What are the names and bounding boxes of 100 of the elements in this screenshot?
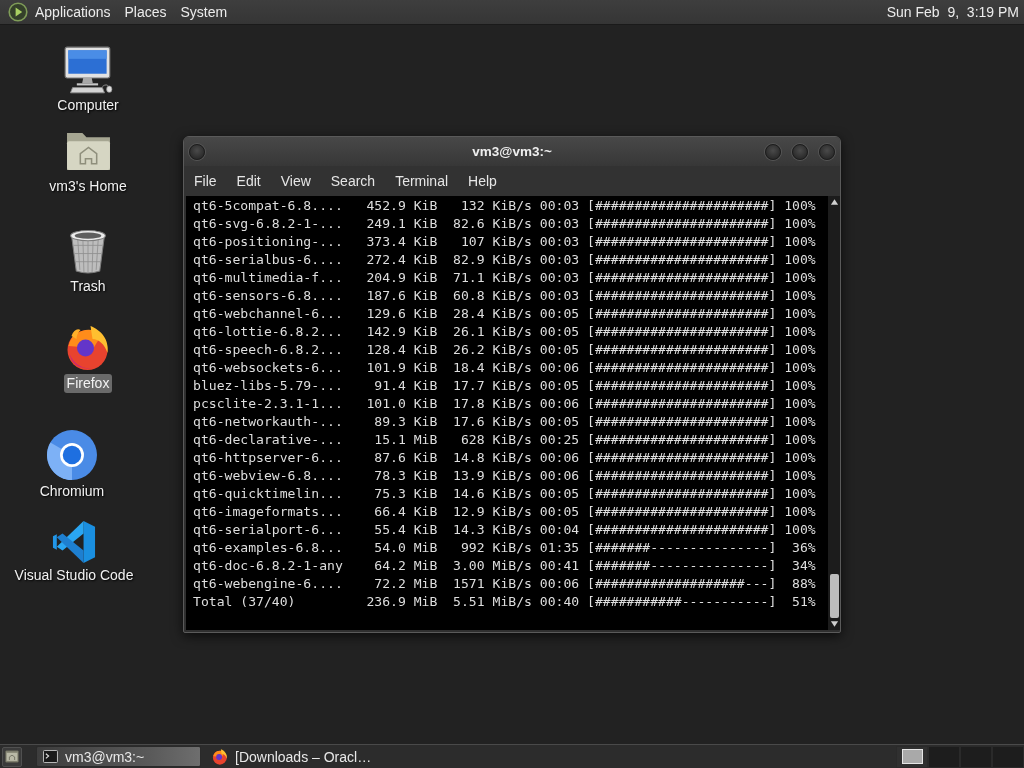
hash-marks-text: [######################]	[587, 521, 777, 539]
transfer-rate: 3.00 MiB/s	[453, 557, 532, 575]
hash-marks-text: [######################]	[587, 305, 777, 323]
time-remaining: 00:05	[539, 413, 580, 431]
percent-text: 100%	[784, 485, 816, 503]
transfer-rate: 17.7 KiB/s	[453, 377, 532, 395]
chromium-logo-icon[interactable]	[47, 430, 97, 480]
menu-item[interactable]: Help	[458, 170, 507, 192]
time-remaining: 00:03	[539, 287, 580, 305]
download-size: 89.3 KiB	[374, 413, 438, 431]
download-size: 272.4 KiB	[366, 251, 438, 269]
hash-marks-text: [######################]	[587, 431, 777, 449]
time-remaining: 00:03	[539, 233, 580, 251]
transfer-rate: 28.4 KiB/s	[453, 305, 532, 323]
percent-text: 100%	[784, 269, 816, 287]
hash-marks-text: [######################]	[587, 233, 777, 251]
time-remaining: 00:06	[539, 575, 580, 593]
hash-marks-text: [######################]	[587, 395, 777, 413]
download-size: 54.0 MiB	[374, 539, 438, 557]
desktop-icon-label[interactable]: Firefox	[63, 374, 113, 393]
download-size: 87.6 KiB	[374, 449, 438, 467]
time-remaining: 00:03	[539, 251, 580, 269]
firefox-logo-icon	[212, 748, 228, 765]
panel-menu[interactable]: Applications	[28, 1, 118, 23]
package-name: qt6-networkauth-...	[193, 413, 343, 431]
panel-menu[interactable]: System	[173, 1, 235, 23]
hash-marks-text: [######################]	[587, 197, 777, 215]
vscode-logo-icon[interactable]	[52, 520, 96, 564]
percent-text: 100%	[784, 197, 816, 215]
download-size: 55.4 KiB	[374, 521, 438, 539]
transfer-rate: 14.6 KiB/s	[453, 485, 532, 503]
transfer-rate: 1571 KiB/s	[453, 575, 532, 593]
scrollbar-thumb[interactable]	[829, 574, 839, 618]
clock[interactable]: Sun Feb 9, 3:19 PM	[886, 4, 1019, 20]
menu-item[interactable]: Search	[320, 170, 386, 192]
package-name: Total (37/40)	[193, 593, 296, 611]
hash-marks-text: [######################]	[587, 251, 777, 269]
download-size: 128.4 KiB	[366, 341, 438, 359]
time-remaining: 00:41	[539, 557, 580, 575]
desktop-icon	[5, 750, 19, 763]
time-remaining: 00:05	[539, 323, 580, 341]
scroll-up-arrow-icon[interactable]	[829, 198, 839, 206]
scroll-down-arrow-icon[interactable]	[829, 620, 839, 628]
desktop-icon-label[interactable]: Trash	[67, 278, 109, 295]
desktop-icon-label[interactable]: Visual Studio Code	[11, 567, 137, 584]
package-name: qt6-examples-6.8...	[193, 539, 343, 557]
transfer-rate: 107 KiB/s	[461, 233, 532, 251]
menu-item[interactable]: View	[270, 170, 321, 192]
transfer-rate: 82.6 KiB/s	[453, 215, 532, 233]
hash-marks-text: [######################]	[587, 323, 777, 341]
percent-text: 100%	[784, 431, 816, 449]
percent-text: 100%	[784, 305, 816, 323]
computer-icon[interactable]	[63, 46, 113, 94]
time-remaining: 00:05	[539, 341, 580, 359]
hash-marks-text: [######################]	[587, 341, 777, 359]
time-remaining: 00:05	[539, 485, 580, 503]
package-name: qt6-imageformats...	[193, 503, 343, 521]
percent-text: 100%	[784, 215, 816, 233]
time-remaining: 00:03	[539, 197, 580, 215]
desktop-icon-label[interactable]: vm3's Home	[46, 178, 130, 195]
percent-text: 100%	[784, 287, 816, 305]
panel-menu[interactable]: Places	[117, 1, 174, 23]
workspace-button[interactable]	[896, 745, 928, 768]
download-size: 373.4 KiB	[366, 233, 438, 251]
menu-logo-icon[interactable]	[8, 2, 28, 22]
desktop-icon-label[interactable]: Computer	[54, 97, 122, 114]
percent-text: 100%	[784, 395, 816, 413]
menu-item[interactable]: Terminal	[385, 170, 459, 192]
time-remaining: 00:06	[539, 395, 580, 413]
transfer-rate: 5.51 MiB/s	[453, 593, 532, 611]
transfer-rate: 82.9 KiB/s	[453, 251, 532, 269]
show-desktop-button[interactable]	[2, 746, 22, 767]
desktop-icon-label[interactable]: Chromium	[36, 483, 108, 500]
download-size: 66.4 KiB	[374, 503, 438, 521]
hash-marks-text: [#######---------------]	[587, 557, 777, 575]
hash-marks-text: [######################]	[587, 503, 777, 521]
wastebasket-icon[interactable]	[69, 229, 107, 275]
percent-text: 100%	[784, 449, 816, 467]
percent-text: 88%	[792, 575, 816, 593]
package-name: qt6-httpserver-6...	[193, 449, 343, 467]
taskbar-button[interactable]: [Downloads – Oracl…	[205, 746, 370, 767]
package-name: qt6-5compat-6.8....	[193, 197, 343, 215]
package-name: bluez-libs-5.79-...	[193, 377, 343, 395]
download-size: 142.9 KiB	[366, 323, 438, 341]
home-folder-icon[interactable]	[65, 131, 111, 171]
menu-item[interactable]: Edit	[226, 170, 271, 192]
hash-marks-text: [###########-----------]	[587, 593, 777, 611]
hash-marks-text: [###################---]	[587, 575, 777, 593]
percent-text: 100%	[784, 413, 816, 431]
transfer-rate: 17.6 KiB/s	[453, 413, 532, 431]
transfer-rate: 18.4 KiB/s	[453, 359, 532, 377]
percent-text: 100%	[784, 467, 816, 485]
taskbar-button[interactable]: vm3@vm3:~	[36, 746, 201, 767]
menu-item[interactable]: File	[184, 170, 227, 192]
firefox-logo-icon[interactable]	[65, 325, 111, 371]
time-remaining: 00:06	[539, 359, 580, 377]
time-remaining: 00:06	[539, 449, 580, 467]
time-remaining: 00:05	[539, 503, 580, 521]
transfer-rate: 60.8 KiB/s	[453, 287, 532, 305]
package-name: qt6-sensors-6.8....	[193, 287, 343, 305]
